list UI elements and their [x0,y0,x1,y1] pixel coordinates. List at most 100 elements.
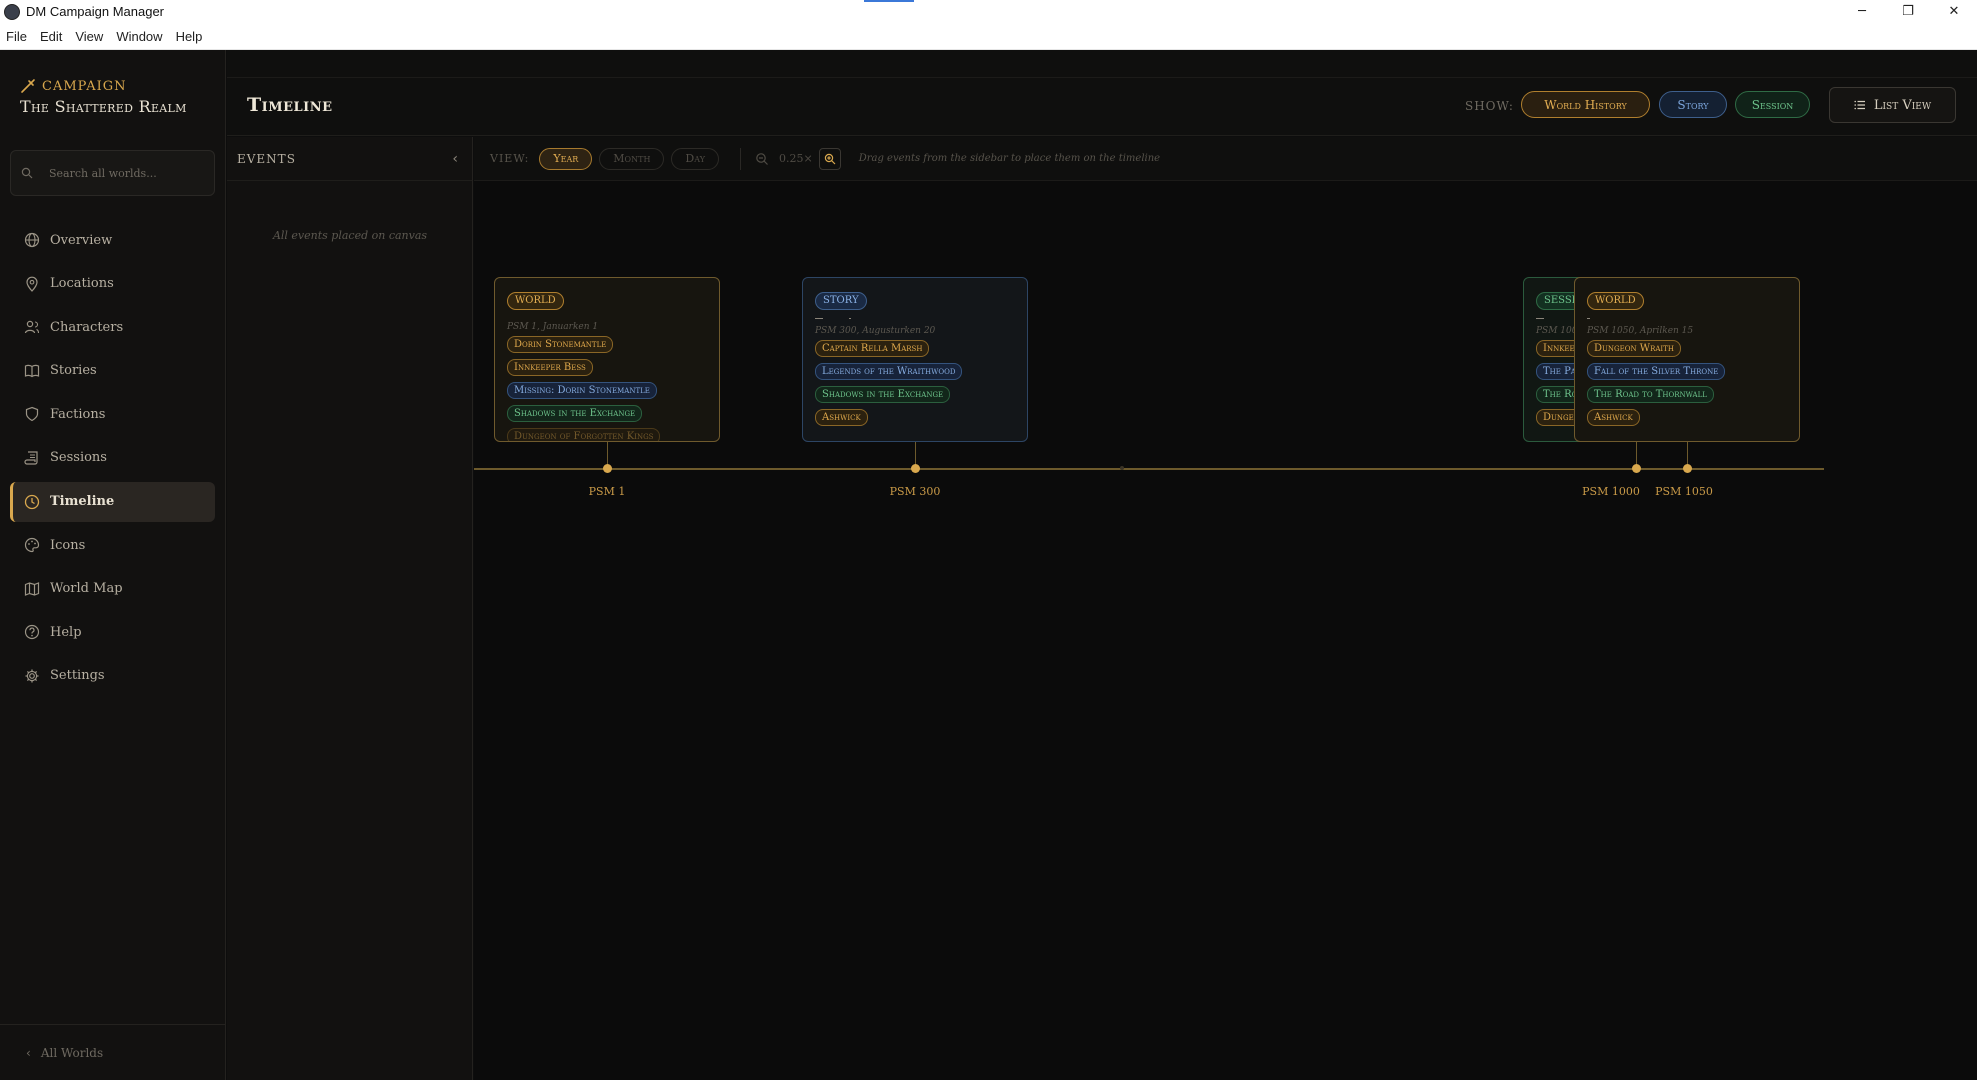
users-icon [24,320,40,334]
filter-story[interactable]: Story [1659,91,1727,118]
sidebar-item-locations[interactable]: Locations [10,264,215,304]
sidebar-item-label: World Map [50,581,123,597]
menu-edit[interactable]: Edit [40,29,62,44]
card-tag[interactable]: Shadows in the Exchange [507,405,643,422]
menu-file[interactable]: File [6,29,27,44]
timeline-marker-dot[interactable] [603,464,612,473]
page-title: Timeline [247,94,333,116]
globe-icon [24,232,40,248]
card-tag[interactable]: Innkeeper Bess [507,359,593,376]
timeline-marker-dot[interactable] [1683,464,1692,473]
sidebar-item-icons[interactable]: Icons [10,525,215,565]
zoom-out-icon[interactable] [755,152,769,166]
sidebar-item-characters[interactable]: Characters [10,307,215,347]
restore-button[interactable]: ❐ [1885,0,1931,23]
card-divider [1587,312,1787,322]
card-tag[interactable]: Ashwick [815,409,868,426]
map-icon [24,581,40,596]
card-tag[interactable]: Captain Rella Marsh [815,340,930,357]
close-button[interactable]: ✕ [1931,0,1977,23]
all-worlds-link[interactable]: ‹ All Worlds [0,1024,226,1080]
main-content: Timeline SHOW: World History Story Sessi… [227,50,1977,1080]
window-controls: ─ ❐ ✕ [1839,0,1977,23]
sidebar-item-timeline[interactable]: Timeline [10,481,215,522]
show-filter-label: SHOW: [1465,99,1514,113]
window-title: DM Campaign Manager [26,4,165,19]
collapse-panel-button[interactable]: ‹ [452,151,458,167]
palette-icon [24,538,40,553]
sidebar-item-label: Stories [50,363,97,379]
menu-view[interactable]: View [75,29,103,44]
campaign-kicker-label: Campaign [42,78,127,94]
top-strip [227,50,1977,78]
event-card[interactable]: STORY PSM 300, Augusturken 20 Captain Re… [802,277,1028,442]
timeline-marker-label: PSM 300 [889,485,941,498]
scroll-icon [24,451,38,465]
card-tag[interactable]: Missing: Dorin Stonemantle [507,382,657,399]
event-card[interactable]: WORLD PSM 1, Januarken 1 Dorin Stonemant… [494,277,720,442]
card-tag[interactable]: Dungeon Wraith [1587,340,1681,357]
card-date: PSM 1, Januarken 1 [507,322,599,332]
shield-icon [25,407,39,422]
sidebar-item-overview[interactable]: Overview [10,220,215,260]
gear-icon [25,669,39,683]
list-view-label: List View [1873,97,1932,113]
campaign-brand: Campaign The Shattered Realm [20,78,187,117]
clock-icon [24,494,40,509]
view-label: VIEW: [490,152,530,165]
list-icon [1854,100,1865,110]
timeline-marker-label: PSM 1 [588,485,626,498]
card-tag[interactable]: Fall of the Silver Throne [1587,363,1726,380]
card-tag[interactable]: Legends of the Wraithwood [815,363,963,380]
timeline-marker-label: PSM 1000 [1582,485,1640,498]
filter-world-history[interactable]: World History [1521,91,1650,118]
sidebar-item-help[interactable]: Help [10,612,215,652]
card-tag[interactable]: Ashwick [1587,409,1640,426]
sidebar: Campaign The Shattered Realm Overview Lo… [0,50,226,1080]
card-divider [815,312,1015,322]
window-titlebar: DM Campaign Manager ─ ❐ ✕ [0,0,1977,23]
sidebar-item-factions[interactable]: Factions [10,394,215,434]
menu-help[interactable]: Help [176,29,203,44]
timeline-canvas[interactable]: VIEW: Year Month Day 0.25× Drag events f… [474,137,1977,1080]
sidebar-item-sessions[interactable]: Sessions [10,438,215,478]
card-tag[interactable]: Shadows in the Exchange [815,386,951,403]
sidebar-item-label: Timeline [50,494,115,510]
titlebar-accent [864,0,914,2]
search-input[interactable] [49,166,209,180]
card-tag[interactable]: The Road to Thornwall [1587,386,1714,403]
events-empty-message: All events placed on canvas [272,229,428,242]
search-box [10,150,215,196]
events-panel: EVENTS ‹ All events placed on canvas [227,137,473,1080]
sidebar-item-label: Locations [50,276,114,292]
event-card[interactable]: WORLD PSM 1050, Aprilken 15 Dungeon Wrai… [1574,277,1800,442]
card-tag[interactable]: Dungeon of Forgotten Kings [507,428,661,441]
card-date: PSM 1050, Aprilken 15 [1587,326,1694,336]
app-icon [4,3,20,20]
page-header: Timeline SHOW: World History Story Sessi… [227,78,1977,136]
sidebar-item-settings[interactable]: Settings [10,656,215,696]
zoom-in-button[interactable] [818,147,841,170]
menu-window[interactable]: Window [116,29,162,44]
toolbar-hint: Drag events from the sidebar to place th… [858,153,1161,164]
sidebar-item-label: Factions [50,406,106,422]
events-header: EVENTS ‹ [227,137,472,181]
timeline-marker-dot[interactable] [1632,464,1641,473]
list-view-button[interactable]: List View [1829,87,1956,123]
card-type-badge: WORLD [507,292,564,310]
timeline-marker-dot[interactable] [911,464,920,473]
search-icon [21,167,33,179]
axis-midpoint [1120,466,1124,470]
filter-session[interactable]: Session [1735,91,1810,118]
minimize-button[interactable]: ─ [1839,0,1885,23]
menu-bar: File Edit View Window Help [0,23,1977,50]
scale-day-button[interactable]: Day [671,147,719,170]
card-tag[interactable]: Dorin Stonemantle [507,336,614,353]
scale-month-button[interactable]: Month [599,147,665,170]
events-title: EVENTS [237,151,296,166]
sidebar-item-label: Sessions [50,450,107,466]
timeline-toolbar: VIEW: Year Month Day 0.25× Drag events f… [474,137,1977,181]
sidebar-item-stories[interactable]: Stories [10,351,215,391]
sidebar-item-world-map[interactable]: World Map [10,569,215,609]
scale-year-button[interactable]: Year [539,147,593,170]
